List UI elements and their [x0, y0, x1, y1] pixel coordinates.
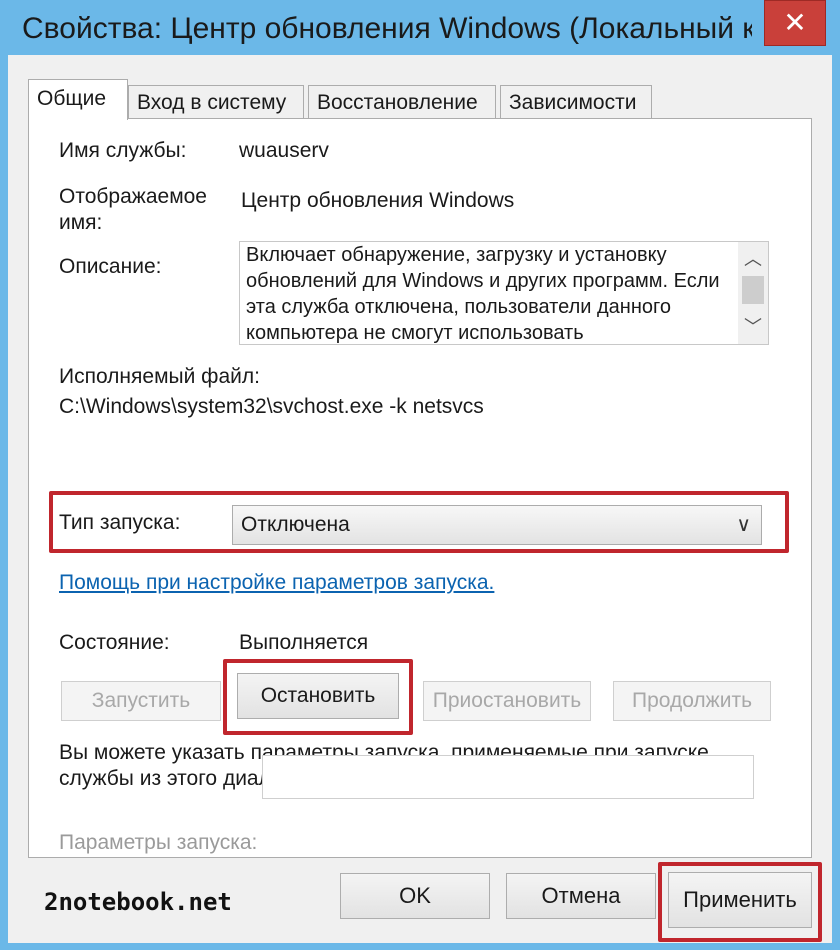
status-value: Выполняется — [239, 631, 369, 654]
chevron-down-icon: ∨ — [736, 514, 751, 536]
window-title: Свойства: Центр обновления Windows (Лока… — [22, 12, 752, 45]
cancel-button[interactable]: Отмена — [506, 873, 656, 919]
status-label: Состояние: — [59, 631, 170, 654]
dialog-client-area: Общие Вход в систему Восстановление Зави… — [8, 55, 832, 943]
apply-button[interactable]: Применить — [668, 872, 812, 928]
general-panel: Имя службы: wuauserv Отображаемое имя: Ц… — [28, 118, 812, 858]
start-params-label: Параметры запуска: — [59, 831, 258, 854]
service-name-label: Имя службы: — [59, 139, 187, 162]
executable-label: Исполняемый файл: — [59, 365, 260, 388]
tab-general[interactable]: Общие — [28, 79, 128, 120]
start-button[interactable]: Запустить — [61, 681, 221, 721]
display-name-label-line1: Отображаемое — [59, 185, 207, 208]
startup-type-select[interactable]: Отключена ∨ — [232, 505, 762, 545]
ok-button[interactable]: OK — [340, 873, 490, 919]
description-scrollbar[interactable]: ︿ ﹀ — [738, 242, 768, 344]
display-name-value: Центр обновления Windows — [241, 189, 515, 212]
resume-button[interactable]: Продолжить — [613, 681, 771, 721]
scroll-thumb[interactable] — [742, 276, 764, 304]
scroll-down-icon[interactable]: ﹀ — [738, 312, 768, 342]
service-name-value: wuauserv — [239, 139, 329, 162]
description-label: Описание: — [59, 255, 162, 278]
tab-recovery[interactable]: Восстановление — [308, 85, 496, 119]
close-button[interactable]: ✕ — [764, 0, 826, 46]
watermark: 2notebook.net — [44, 888, 232, 916]
description-box[interactable]: Включает обнаружение, загрузку и установ… — [239, 241, 769, 345]
close-icon: ✕ — [783, 7, 807, 38]
display-name-label-line2: имя: — [59, 211, 103, 234]
startup-type-label: Тип запуска: — [59, 511, 181, 534]
scroll-up-icon[interactable]: ︿ — [738, 244, 768, 274]
startup-type-value: Отключена — [241, 513, 350, 536]
description-text: Включает обнаружение, загрузку и установ… — [246, 244, 720, 344]
properties-window: Свойства: Центр обновления Windows (Лока… — [0, 0, 840, 950]
startup-help-link[interactable]: Помощь при настройке параметров запуска. — [59, 571, 494, 595]
start-params-input[interactable] — [262, 755, 754, 799]
tab-logon[interactable]: Вход в систему — [128, 85, 304, 119]
executable-value: C:\Windows\system32\svchost.exe -k netsv… — [59, 395, 484, 418]
stop-button[interactable]: Остановить — [237, 673, 399, 719]
pause-button[interactable]: Приостановить — [423, 681, 591, 721]
tab-dependencies[interactable]: Зависимости — [500, 85, 652, 119]
